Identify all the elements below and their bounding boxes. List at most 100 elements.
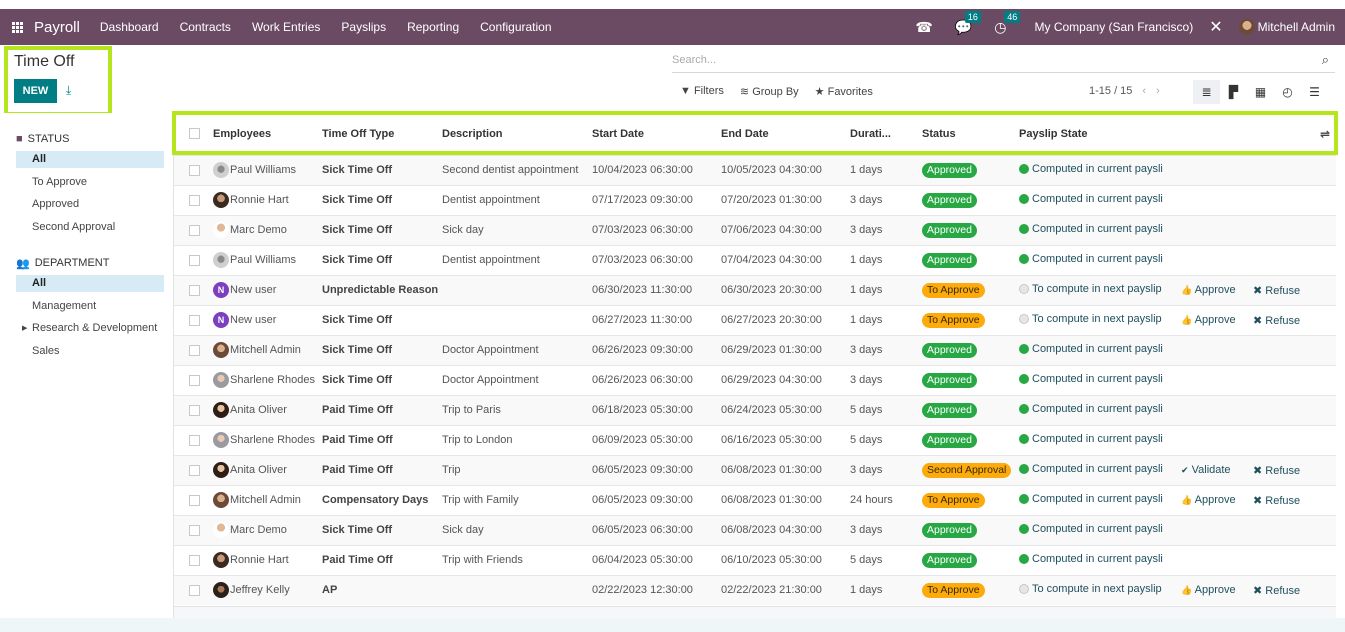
row-checkbox[interactable] <box>189 284 200 296</box>
table-row[interactable]: Mitchell Admin Compensatory Days Trip with… <box>174 484 1336 515</box>
table-row[interactable]: Marc Demo Sick Time Off Sick day 07/03/2023… <box>174 214 1336 245</box>
new-button[interactable]: NEW <box>14 79 57 103</box>
app-name[interactable]: Payroll <box>34 19 80 36</box>
row-checkbox[interactable] <box>189 164 200 176</box>
department-sales[interactable]: Sales <box>16 343 164 360</box>
table-row[interactable]: Sharlene Rhodes Paid Time Off Trip to Lond… <box>174 424 1336 455</box>
download-icon[interactable]: ⤓ <box>66 83 71 98</box>
employee-name: Sharlene Rhodes <box>230 374 316 386</box>
refuse-button[interactable]: ✖ Refuse <box>1253 494 1300 507</box>
payslip-state-dot-icon <box>1019 224 1029 234</box>
menu-reporting[interactable]: Reporting <box>407 20 459 34</box>
table-row[interactable]: N New user Sick Time Off 06/27/2023 11:30:0… <box>174 304 1336 335</box>
row-checkbox[interactable] <box>189 494 200 506</box>
time-off-type: Sick Time Off <box>322 364 442 395</box>
messages-icon[interactable]: 💬 16 <box>955 10 981 36</box>
status-all[interactable]: All <box>16 151 164 168</box>
department-all[interactable]: All <box>16 275 164 292</box>
row-checkbox[interactable] <box>189 464 200 476</box>
row-checkbox[interactable] <box>189 314 200 326</box>
table-row[interactable]: Sharlene Rhodes Sick Time Off Doctor Appoi… <box>174 364 1336 395</box>
status-approved[interactable]: Approved <box>16 196 164 213</box>
status-to-approve[interactable]: To Approve <box>16 174 164 191</box>
table-row[interactable]: Marc Demo Sick Time Off Sick day 06/05/2023… <box>174 514 1336 545</box>
refuse-button[interactable]: ✖ Refuse <box>1253 584 1300 597</box>
payslip-state-dot-icon <box>1019 404 1029 414</box>
duration: 3 days <box>850 334 922 365</box>
duration: 1 days <box>850 154 922 185</box>
debug-tools-icon[interactable]: ✕ <box>1209 17 1222 37</box>
employee-cell: Anita Oliver <box>213 402 322 418</box>
activities-icon[interactable]: ◷ 46 <box>994 10 1021 36</box>
row-checkbox[interactable] <box>189 374 200 386</box>
list-view-icon[interactable]: ≣ <box>1193 80 1220 104</box>
pager-next-icon[interactable]: › <box>1156 85 1160 97</box>
row-checkbox[interactable] <box>189 194 200 206</box>
payslip-state: To compute in next payslip <box>1019 283 1162 295</box>
approve-button[interactable]: 👍 Approve <box>1181 494 1236 506</box>
table-row[interactable]: Anita Oliver Paid Time Off Trip to Paris 06… <box>174 394 1336 425</box>
search-panel: ■ STATUS All To Approve Approved Second … <box>0 113 174 632</box>
approve-button[interactable]: 👍 Approve <box>1181 584 1236 596</box>
table-row[interactable]: Anita Oliver Paid Time Off Trip 06/05/2023 … <box>174 454 1336 485</box>
apps-menu-icon[interactable] <box>0 21 34 33</box>
row-checkbox[interactable] <box>189 434 200 446</box>
menu-dashboard[interactable]: Dashboard <box>100 20 159 34</box>
caret-right-icon[interactable]: ▶ <box>22 320 27 337</box>
group-by-button[interactable]: ≋ Group By <box>740 85 799 98</box>
menu-work-entries[interactable]: Work Entries <box>252 20 320 34</box>
description: Trip to London <box>442 424 592 455</box>
status-second-approval[interactable]: Second Approval <box>16 219 164 236</box>
row-checkbox[interactable] <box>189 344 200 356</box>
menu-configuration[interactable]: Configuration <box>480 20 551 34</box>
user-menu[interactable]: Mitchell Admin <box>1238 19 1335 35</box>
search-icon[interactable]: ⌕ <box>1322 52 1329 68</box>
refuse-button[interactable]: ✖ Refuse <box>1253 464 1300 477</box>
row-checkbox[interactable] <box>189 254 200 266</box>
start-date: 06/27/2023 11:30:00 <box>592 304 721 335</box>
menu-contracts[interactable]: Contracts <box>180 20 231 34</box>
table-row[interactable]: Paul Williams Sick Time Off Dentist appoin… <box>174 244 1336 275</box>
row-checkbox[interactable] <box>189 554 200 566</box>
calendar-view-icon[interactable]: ▦ <box>1247 80 1274 104</box>
refuse-button[interactable]: ✖ Refuse <box>1253 284 1300 297</box>
thumbs-up-icon: 👍 <box>1181 315 1193 325</box>
activity-view-icon[interactable]: ◴ <box>1274 80 1301 104</box>
validate-button[interactable]: ✔ Validate <box>1181 464 1231 476</box>
refuse-button[interactable]: ✖ Refuse <box>1253 314 1300 327</box>
employee-name: Marc Demo <box>230 224 287 236</box>
table-row[interactable]: Ronnie Hart Paid Time Off Trip with Friend… <box>174 544 1336 575</box>
row-checkbox[interactable] <box>189 224 200 236</box>
row-checkbox[interactable] <box>189 404 200 416</box>
thumbs-up-icon: 👍 <box>1181 285 1193 295</box>
approve-button[interactable]: 👍 Approve <box>1181 284 1236 296</box>
description: Sick day <box>442 514 592 545</box>
phone-icon[interactable]: ☎ <box>915 19 932 36</box>
employee-cell: Paul Williams <box>213 162 322 178</box>
department-management[interactable]: Management <box>16 298 164 315</box>
table-row[interactable]: Mitchell Admin Sick Time Off Doctor Appoin… <box>174 334 1336 365</box>
pager-prev-icon[interactable]: ‹ <box>1142 85 1146 97</box>
approve-button[interactable]: 👍 Approve <box>1181 314 1236 326</box>
user-avatar <box>1238 19 1255 35</box>
table-row[interactable]: Jeffrey Kelly AP 02/22/2023 12:30:00 02/22/… <box>174 574 1336 605</box>
company-switcher[interactable]: My Company (San Francisco) <box>1035 20 1194 34</box>
table-row[interactable]: Paul Williams Sick Time Off Second dentist… <box>174 154 1336 185</box>
favorites-button[interactable]: ★ Favorites <box>815 85 873 98</box>
table-row[interactable]: Ronnie Hart Sick Time Off Dentist appointm… <box>174 184 1336 215</box>
status-badge: Approved <box>922 372 977 388</box>
filters-button[interactable]: ▼ Filters <box>680 85 724 98</box>
menu-payslips[interactable]: Payslips <box>341 20 386 34</box>
control-panel: Time Off NEW ⤓ ⌕ ▼ Filters ≋ Group By ★ … <box>0 45 1345 116</box>
employee-cell: Jeffrey Kelly <box>213 582 322 599</box>
gantt-view-icon[interactable]: ☰ <box>1301 80 1328 104</box>
kanban-view-icon[interactable]: ▛ <box>1220 80 1247 104</box>
pager-value[interactable]: 1-15 / 15 <box>1089 85 1132 97</box>
table-row[interactable]: N New user Unpredictable Reason 06/30/2023 … <box>174 274 1336 305</box>
department-research-development[interactable]: ▶ Research & Development <box>16 320 164 337</box>
row-checkbox[interactable] <box>189 524 200 536</box>
row-checkbox[interactable] <box>189 584 200 596</box>
search-input[interactable] <box>672 49 1292 71</box>
employee-cell: Mitchell Admin <box>213 492 322 508</box>
employee-cell: Marc Demo <box>213 522 322 538</box>
